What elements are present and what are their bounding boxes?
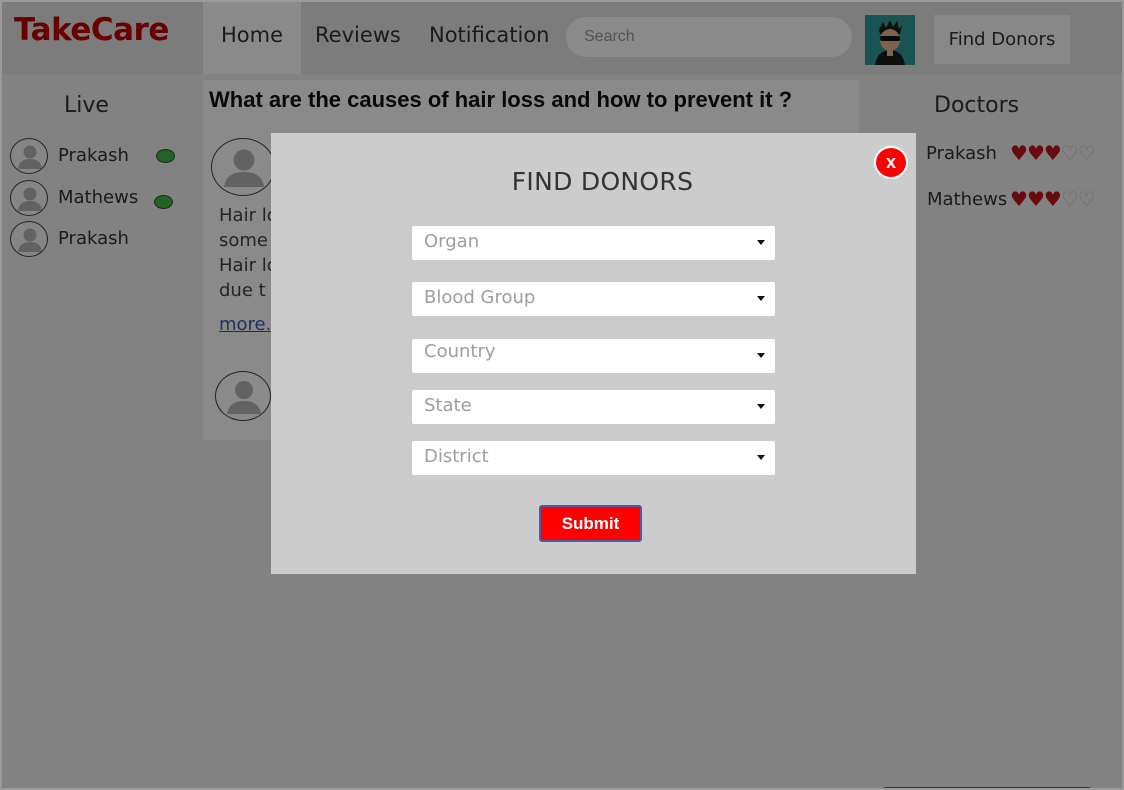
organ-select-placeholder: Organ: [424, 231, 480, 252]
dropdown-arrow-icon: [757, 296, 765, 301]
blood-group-select[interactable]: Blood Group: [412, 282, 775, 316]
country-select[interactable]: Country: [412, 339, 775, 373]
dropdown-arrow-icon: [757, 240, 765, 245]
district-select-placeholder: District: [424, 446, 489, 467]
blood-group-select-placeholder: Blood Group: [424, 287, 536, 308]
find-donors-modal: FIND DONORS x Organ Blood Group Country …: [271, 133, 916, 574]
organ-select[interactable]: Organ: [412, 226, 775, 260]
dropdown-arrow-icon: [757, 353, 765, 358]
state-select-placeholder: State: [424, 395, 472, 416]
dropdown-arrow-icon: [757, 455, 765, 460]
state-select[interactable]: State: [412, 390, 775, 424]
country-select-placeholder: Country: [424, 341, 496, 362]
district-select[interactable]: District: [412, 441, 775, 475]
dropdown-arrow-icon: [757, 404, 765, 409]
submit-button[interactable]: Submit: [539, 505, 642, 542]
modal-title: FIND DONORS: [511, 167, 694, 196]
close-icon[interactable]: x: [874, 146, 908, 179]
